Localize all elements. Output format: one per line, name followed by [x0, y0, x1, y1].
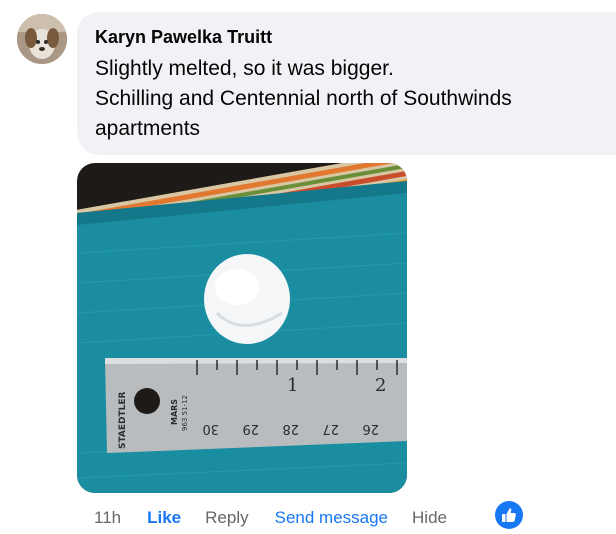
- ruler-cm-27: 27: [322, 421, 339, 436]
- hide-button[interactable]: Hide: [412, 508, 447, 528]
- ruler-cm-30: 30: [202, 421, 219, 436]
- thumbs-up-icon[interactable]: [495, 501, 523, 529]
- ruler-code: 963 51-12: [181, 395, 189, 431]
- ruler-inch-2: 2: [375, 375, 386, 396]
- comment-text-line-1: Slightly melted, so it was bigger.: [95, 57, 394, 80]
- reply-button[interactable]: Reply: [205, 508, 248, 528]
- comment-text-line-2: Schilling and Centennial north of Southw…: [95, 87, 512, 110]
- comment-text-line-3: apartments: [95, 117, 201, 140]
- send-message-button[interactable]: Send message: [275, 508, 388, 528]
- ruler-inch-1: 1: [287, 375, 298, 396]
- ruler-model: MARS: [170, 399, 179, 425]
- ruler-brand: STAEDTLER: [118, 391, 128, 449]
- like-button[interactable]: Like: [147, 508, 181, 528]
- ruler-cm-29: 29: [242, 421, 259, 436]
- avatar[interactable]: [17, 14, 67, 64]
- comment-actions: 11h Like Reply Send message Hide: [94, 507, 467, 529]
- ruler-cm-28: 28: [282, 421, 299, 436]
- ruler-cm-26: 26: [362, 421, 379, 436]
- comment-photo[interactable]: 1 2 30 29 28 27 26 STAEDTLER MARS 963 51…: [77, 163, 407, 493]
- comment-timestamp[interactable]: 11h: [94, 508, 121, 528]
- comment-author[interactable]: Karyn Pawelka Truitt: [95, 26, 616, 48]
- comment-bubble: Karyn Pawelka Truitt Slightly melted, so…: [77, 12, 616, 155]
